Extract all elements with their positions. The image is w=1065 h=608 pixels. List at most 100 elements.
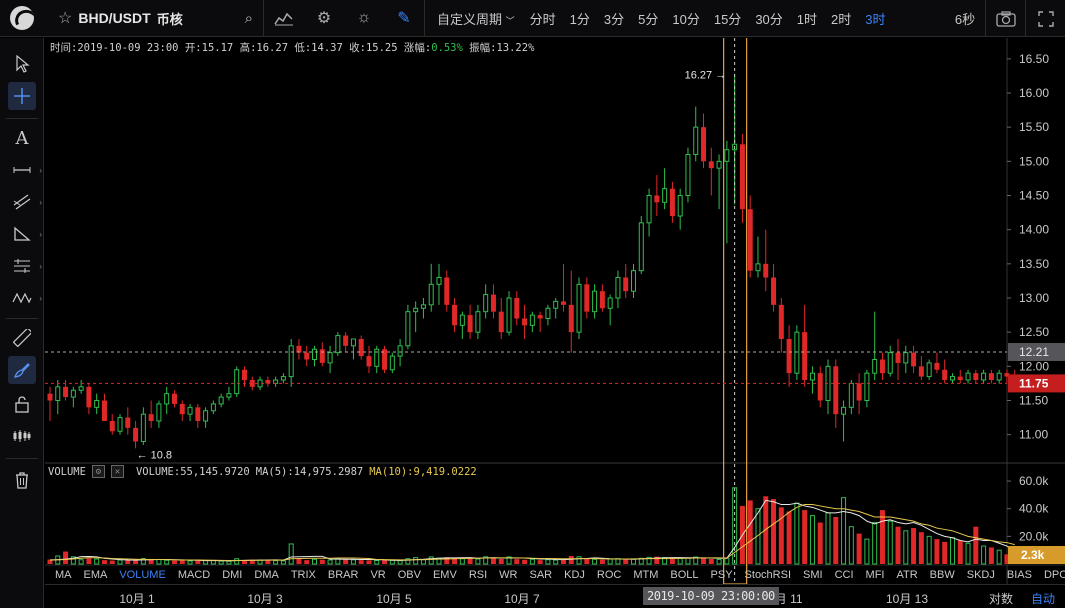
crosshair-icon[interactable] — [8, 82, 36, 110]
indicator-tab[interactable]: ROC — [591, 569, 627, 581]
auto-scale-button[interactable]: 自动 — [1031, 590, 1055, 607]
chart-type-icon[interactable] — [264, 0, 304, 37]
indicator-tab[interactable]: VR — [364, 569, 391, 581]
volume-bar — [498, 558, 504, 564]
fib-tool-icon[interactable]: › — [8, 252, 42, 280]
indicator-tab[interactable]: MACD — [172, 569, 216, 581]
indicator-tab[interactable]: ATR — [890, 569, 923, 581]
indicator-tab[interactable]: DMA — [248, 569, 284, 581]
triangle-tool-icon[interactable]: › — [8, 220, 42, 248]
trash-icon[interactable] — [8, 466, 36, 494]
indicator-tab[interactable]: BBW — [924, 569, 961, 581]
period-10m[interactable]: 10分 — [665, 9, 706, 28]
candle-body — [78, 386, 84, 391]
channel-tool-icon[interactable]: › — [8, 188, 42, 216]
ma10-label: MA(10): — [369, 465, 414, 478]
indicator-tab[interactable]: EMA — [78, 569, 114, 581]
volume-settings-icon[interactable]: ⚙ — [91, 465, 105, 478]
date-label: 10月 7 — [504, 592, 540, 606]
log-scale-button[interactable]: 对数 — [989, 590, 1013, 607]
ruler-icon[interactable] — [8, 324, 36, 352]
indicator-tab[interactable]: OBV — [392, 569, 427, 581]
volume-bar — [413, 557, 419, 565]
indicator-tab[interactable]: RSI — [463, 569, 493, 581]
candle-body — [467, 315, 473, 333]
indicator-tab[interactable]: CCI — [829, 569, 860, 581]
line-tool-icon[interactable]: › — [8, 156, 42, 184]
visibility-tool-icon[interactable] — [8, 422, 36, 450]
indicator-tab[interactable]: SKDJ — [961, 569, 1001, 581]
period-3h[interactable]: 3时 — [858, 9, 892, 28]
volume-bar — [560, 559, 566, 564]
drawing-pen-icon[interactable]: ✎ — [384, 0, 424, 37]
indicator-tab[interactable]: BRAR — [322, 569, 365, 581]
indicator-tab[interactable]: MA — [49, 569, 78, 581]
candle-body — [265, 380, 271, 384]
indicator-tab[interactable]: TRIX — [285, 569, 322, 581]
search-icon[interactable]: ⌕ — [245, 10, 253, 27]
indicator-tab[interactable]: SAR — [523, 569, 558, 581]
volume-ma5-line — [49, 499, 1016, 562]
app-logo[interactable] — [0, 0, 44, 37]
volume-bar — [86, 558, 92, 564]
chart-area[interactable]: 16.50 16.00 15.50 15.00 14.50 14.00 13.50 13.00… — [45, 38, 1065, 608]
candle-body — [568, 304, 574, 333]
price-tick-label: 11.50 — [1019, 394, 1048, 408]
theme-sun-icon[interactable]: ☼ — [344, 0, 384, 37]
period-2h[interactable]: 2时 — [824, 9, 858, 28]
period-15m[interactable]: 15分 — [707, 9, 748, 28]
time-value: 2019-10-09 23:00 — [77, 42, 179, 54]
fullscreen-icon[interactable] — [1025, 0, 1065, 37]
volume-bar — [374, 560, 380, 565]
symbol-selector[interactable]: ☆ BHD/USDT 币核 ⌕ — [44, 0, 264, 37]
text-tool-icon[interactable]: A — [8, 124, 36, 152]
candle-body — [934, 362, 940, 370]
indicator-tab[interactable]: MFI — [860, 569, 891, 581]
volume-bar — [887, 520, 893, 565]
pointer-icon[interactable] — [8, 50, 36, 78]
period-timeline[interactable]: 分时 — [523, 9, 563, 28]
candle-body — [420, 304, 426, 309]
indicator-tab[interactable]: VOLUME — [113, 569, 171, 581]
volume-bar — [786, 511, 792, 564]
candle-body — [537, 315, 543, 319]
indicator-tab[interactable]: PSY — [705, 569, 739, 581]
pattern-tool-icon[interactable]: › — [8, 284, 42, 312]
candle-body — [514, 298, 520, 319]
period-5m[interactable]: 5分 — [631, 9, 665, 28]
candle-body — [701, 127, 707, 162]
volume-bar — [537, 560, 543, 564]
volume-bar — [304, 560, 310, 564]
candle-body — [358, 339, 364, 357]
time-axis[interactable]: 10月 1 10月 3 10月 5 10月 7 10月 11 10月 13 20… — [45, 584, 1065, 608]
indicator-tab[interactable]: KDJ — [558, 569, 591, 581]
volume-bar — [879, 510, 885, 564]
volume-bar — [841, 497, 847, 565]
volume-bar — [965, 542, 971, 565]
period-1h[interactable]: 1时 — [790, 9, 824, 28]
lock-icon[interactable] — [8, 390, 36, 418]
indicator-tab[interactable]: EMV — [427, 569, 463, 581]
indicator-tab[interactable]: StochRSI — [739, 569, 797, 581]
custom-period-dropdown[interactable]: 自定义周期 ﹀ — [425, 9, 523, 28]
indicator-tab[interactable]: MTM — [627, 569, 664, 581]
period-30m[interactable]: 30分 — [748, 9, 789, 28]
candle-body — [405, 311, 411, 347]
indicator-tab[interactable]: SMI — [797, 569, 829, 581]
price-chart-svg[interactable]: 16.50 16.00 15.50 15.00 14.50 14.00 13.50 13.00… — [45, 38, 1065, 584]
price-tick-label: 14.00 — [1019, 223, 1049, 237]
indicator-tab[interactable]: BOLL — [664, 569, 704, 581]
volume-close-icon[interactable]: ✕ — [110, 465, 124, 478]
date-label: 10月 1 — [119, 592, 155, 606]
favorite-star-icon[interactable]: ☆ — [58, 8, 72, 28]
candle-body — [553, 300, 559, 309]
camera-icon[interactable] — [985, 0, 1025, 37]
indicator-tab[interactable]: WR — [493, 569, 523, 581]
settings-gear-icon[interactable]: ⚙ — [304, 0, 344, 37]
period-1m[interactable]: 1分 — [563, 9, 597, 28]
period-3m[interactable]: 3分 — [597, 9, 631, 28]
indicator-tab[interactable]: DMI — [216, 569, 248, 581]
indicator-tab[interactable]: DPO — [1038, 569, 1065, 581]
brush-icon[interactable] — [8, 356, 36, 384]
indicator-tab[interactable]: BIAS — [1001, 569, 1038, 581]
